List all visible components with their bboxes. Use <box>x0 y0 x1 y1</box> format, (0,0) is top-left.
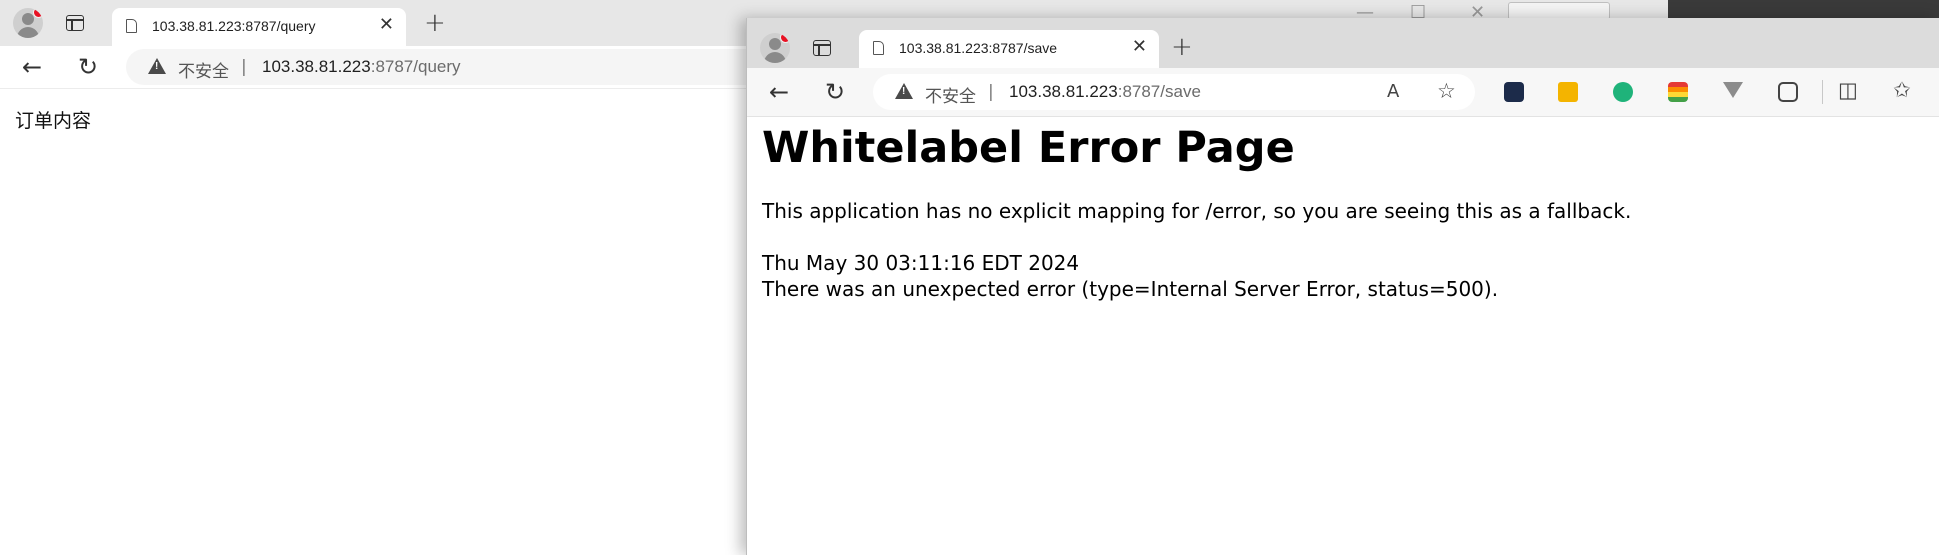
warning-icon[interactable]: ! <box>148 58 166 74</box>
profile-avatar-icon[interactable] <box>760 33 790 63</box>
extension-vue-icon[interactable] <box>1723 82 1743 98</box>
background-window-strip <box>1668 0 1939 18</box>
back-icon[interactable]: ← <box>769 80 789 104</box>
browser-window-save: 103.38.81.223:8787/save ✕ + ← ↻ ! 不安全 | … <box>746 18 1939 555</box>
error-message: This application has no explicit mapping… <box>762 199 1632 223</box>
extension-dark-icon[interactable] <box>1504 82 1524 102</box>
extension-rainbow-icon[interactable] <box>1668 82 1688 102</box>
close-tab-icon[interactable]: ✕ <box>379 15 394 35</box>
warning-icon[interactable]: ! <box>895 83 913 99</box>
url-host: 103.38.81.223 <box>262 57 371 76</box>
new-tab-button[interactable]: + <box>1171 34 1193 60</box>
tab-strip: 103.38.81.223:8787/save ✕ + <box>747 18 1939 68</box>
profile-avatar-icon[interactable] <box>13 8 43 38</box>
insecure-label[interactable]: 不安全 <box>178 57 229 82</box>
tab-actions-icon[interactable] <box>813 40 831 56</box>
address-bar[interactable]: ! 不安全 | 103.38.81.223:8787/query <box>126 49 766 85</box>
url-text[interactable]: 103.38.81.223:8787/save <box>1009 82 1201 102</box>
error-heading: Whitelabel Error Page <box>762 123 1295 173</box>
notification-badge <box>780 33 790 43</box>
url-separator: | <box>988 82 994 102</box>
url-separator: | <box>241 57 247 77</box>
favorite-star-icon[interactable]: ☆ <box>1437 80 1456 102</box>
refresh-icon[interactable]: ↻ <box>825 80 845 104</box>
back-icon[interactable]: ← <box>22 55 42 79</box>
url-host: 103.38.81.223 <box>1009 82 1118 101</box>
notification-badge <box>33 8 43 18</box>
new-tab-button[interactable]: + <box>424 10 446 36</box>
page-icon <box>126 19 137 33</box>
error-timestamp: Thu May 30 03:11:16 EDT 2024 <box>762 251 1080 275</box>
extension-download-icon[interactable] <box>1613 82 1633 102</box>
read-aloud-icon[interactable]: A <box>1387 81 1399 103</box>
error-detail: There was an unexpected error (type=Inte… <box>762 277 1499 301</box>
page-content: Whitelabel Error Page This application h… <box>747 117 1939 555</box>
toolbar-divider <box>1822 80 1823 104</box>
url-text[interactable]: 103.38.81.223:8787/query <box>262 57 461 77</box>
tab-title: 103.38.81.223:8787/save <box>899 40 1058 56</box>
toolbar: ← ↻ ! 不安全 | 103.38.81.223:8787/save A ☆ … <box>747 68 1939 117</box>
url-path: :8787/query <box>370 57 461 76</box>
address-bar[interactable]: ! 不安全 | 103.38.81.223:8787/save A ☆ <box>873 74 1475 110</box>
tab-save[interactable]: 103.38.81.223:8787/save ✕ <box>859 30 1159 68</box>
tab-actions-icon[interactable] <box>66 15 84 31</box>
close-tab-icon[interactable]: ✕ <box>1132 37 1147 57</box>
insecure-label[interactable]: 不安全 <box>925 82 976 107</box>
favorites-bar-icon[interactable]: ✩ <box>1893 79 1911 101</box>
url-path: :8787/save <box>1117 82 1201 101</box>
refresh-icon[interactable]: ↻ <box>78 55 98 79</box>
extension-yellow-icon[interactable] <box>1558 82 1578 102</box>
order-content-text: 订单内容 <box>15 110 92 132</box>
tab-title: 103.38.81.223:8787/query <box>152 18 316 34</box>
page-icon <box>873 41 884 55</box>
tab-query[interactable]: 103.38.81.223:8787/query ✕ <box>112 8 406 46</box>
split-screen-icon[interactable]: ◫ <box>1838 79 1858 101</box>
extensions-puzzle-icon[interactable] <box>1778 82 1798 102</box>
